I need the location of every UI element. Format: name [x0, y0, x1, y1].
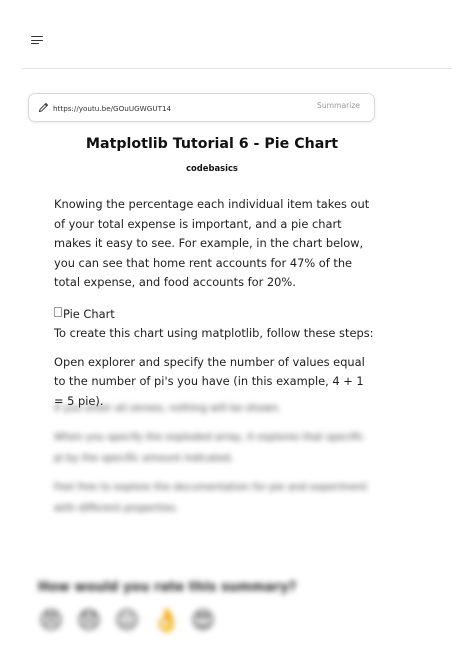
header-divider: [22, 68, 452, 69]
pie-chart-image: Pie Chart: [54, 305, 374, 325]
ok-hand-icon[interactable]: 👌: [152, 608, 181, 634]
menu-bar-top: [31, 36, 43, 38]
summary-paragraph: Knowing the percentage each individual i…: [54, 197, 370, 289]
summary-content: Knowing the percentage each individual i…: [54, 195, 374, 411]
rating-question: How would you rate this summary?: [38, 580, 297, 595]
menu-bar-bottom: [31, 43, 39, 45]
image-alt-text: Pie Chart: [63, 306, 115, 321]
menu-bar-middle: [31, 39, 43, 41]
summary-paragraph: To create this chart using matplotlib, f…: [54, 326, 374, 340]
page-title: Matplotlib Tutorial 6 - Pie Chart: [85, 136, 339, 152]
blurred-content: If you enter all zeroes, nothing will be…: [54, 398, 374, 527]
hamburger-menu-icon[interactable]: [31, 34, 45, 46]
url-input-bar[interactable]: Summarize: [28, 93, 375, 122]
url-input[interactable]: [53, 101, 273, 115]
pencil-icon: [38, 102, 49, 113]
sad-face-icon[interactable]: 😞: [76, 608, 102, 634]
angry-face-icon[interactable]: 😠: [38, 608, 64, 634]
blurred-paragraph: If you enter all zeroes, nothing will be…: [54, 403, 282, 414]
summarize-button[interactable]: Summarize: [317, 101, 360, 110]
neutral-face-icon[interactable]: 😐: [114, 608, 140, 634]
blurred-paragraph: Feel free to explore the documentation f…: [54, 482, 368, 514]
rating-options: 😠 😞 😐 👌 😍: [38, 608, 438, 634]
blurred-paragraph: When you specify the exploded array, it …: [54, 432, 364, 464]
broken-image-icon: [54, 307, 62, 318]
heart-eyes-icon[interactable]: 😍: [190, 608, 216, 634]
author-name: codebasics: [186, 163, 238, 173]
rating-section: How would you rate this summary? 😠 😞 😐 👌…: [38, 580, 438, 634]
